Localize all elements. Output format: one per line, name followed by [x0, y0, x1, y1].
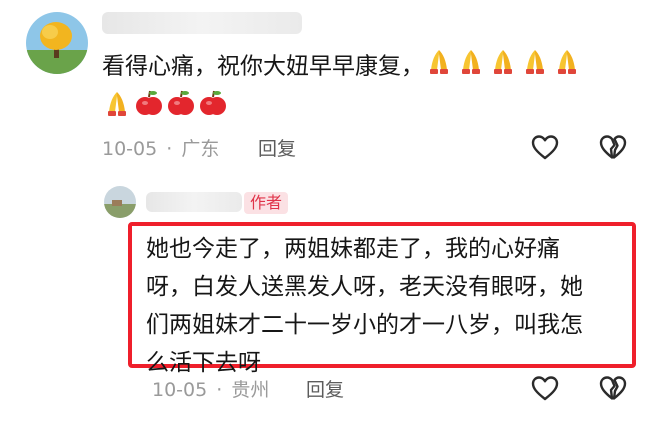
reply-line: 呀，白发人送黑发人呀，老天没有眼呀，她: [146, 274, 583, 300]
author-avatar[interactable]: [104, 186, 136, 218]
apple-emoji-icon: [166, 88, 196, 122]
reply-meta: 10-05 · 贵州: [152, 378, 269, 402]
author-badge: 作者: [244, 192, 289, 214]
pray-emoji-icon: [552, 46, 582, 88]
reply-line: 们两姐妹才二十一岁小的才一八岁，叫我怎: [146, 312, 583, 338]
author-name-blurred[interactable]: [146, 192, 242, 212]
reply-button[interactable]: 回复: [258, 137, 296, 161]
pray-emoji-icon: [102, 88, 132, 122]
reply-line: 她也今走了，两姐妹都走了，我的心好痛: [146, 236, 560, 262]
commenter-avatar[interactable]: [26, 12, 88, 74]
reply-location: 贵州: [231, 379, 270, 401]
dislike-broken-heart-icon[interactable]: [599, 375, 627, 401]
comment-location: 广东: [181, 138, 220, 160]
like-heart-icon[interactable]: [531, 375, 559, 401]
pray-emoji-icon: [520, 46, 550, 88]
comment-meta: 10-05 · 广东: [102, 137, 219, 161]
apple-emoji-icon: [134, 88, 164, 122]
author-reply-text: 她也今走了，两姐妹都走了，我的心好痛 呀，白发人送黑发人呀，老天没有眼呀，她 们…: [146, 230, 630, 382]
dislike-broken-heart-icon[interactable]: [599, 134, 627, 160]
reply-button[interactable]: 回复: [306, 378, 344, 402]
reply-date: 10-05: [152, 379, 208, 401]
commenter-name-blurred[interactable]: [102, 12, 302, 34]
pray-emoji-icon: [424, 46, 454, 88]
meta-separator: ·: [216, 379, 223, 401]
comment-body: 看得心痛，祝你大妞早早康复，: [102, 53, 424, 80]
pray-emoji-icon: [456, 46, 486, 88]
pray-emoji-icon: [488, 46, 518, 88]
meta-separator: ·: [166, 138, 173, 160]
like-heart-icon[interactable]: [531, 134, 559, 160]
comment-emoji-row: [102, 88, 230, 122]
comment-text: 看得心痛，祝你大妞早早康复，: [102, 46, 622, 88]
comment-date: 10-05: [102, 138, 158, 160]
apple-emoji-icon: [198, 88, 228, 122]
